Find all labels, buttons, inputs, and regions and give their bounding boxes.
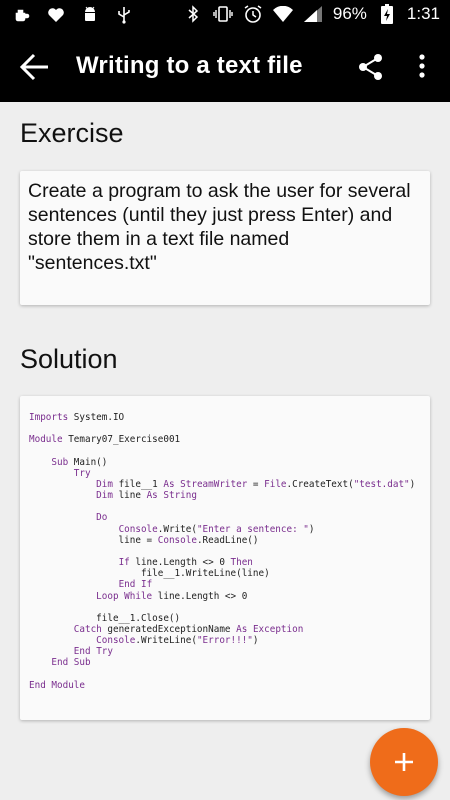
signal-icon xyxy=(303,4,323,24)
code-line: Do xyxy=(96,512,108,524)
code-line: Sub Main() xyxy=(51,456,108,468)
battery-percent: 96% xyxy=(332,4,367,23)
code-line: End Try xyxy=(73,646,113,658)
exercise-text: Create a program to ask the user for sev… xyxy=(28,180,411,274)
code-line: If line.Length <> 0 Then xyxy=(118,557,253,569)
heart-icon xyxy=(46,5,66,25)
vibrate-icon xyxy=(213,4,233,24)
code-line: End Module xyxy=(29,679,85,691)
code-line: Try xyxy=(73,467,91,479)
android-icon xyxy=(80,5,100,25)
code-line: file__1.WriteLine(line) xyxy=(29,568,270,580)
solution-card: Imports System.IO Module Temary07_Exerci… xyxy=(20,396,430,720)
exercise-heading: Exercise xyxy=(20,118,124,148)
plus-icon xyxy=(395,753,413,771)
alarm-icon xyxy=(243,4,263,24)
code-line: Dim file__1 As StreamWriter = File.Creat… xyxy=(96,478,416,490)
more-options-icon[interactable] xyxy=(412,52,432,82)
share-icon[interactable] xyxy=(356,52,386,82)
code-line: Console.Write("Enter a sentence: ") xyxy=(118,523,315,535)
exercise-card: Create a program to ask the user for sev… xyxy=(20,171,430,305)
solution-heading: Solution xyxy=(20,344,118,374)
battery-icon xyxy=(377,4,397,24)
page-title: Writing to a text file xyxy=(76,52,303,79)
clock: 1:31 xyxy=(406,4,440,23)
wifi-icon xyxy=(272,4,293,24)
code-block: Imports System.IO Module Temary07_Exerci… xyxy=(20,396,430,707)
app-toolbar: Writing to a text file xyxy=(0,32,450,102)
bluetooth-icon xyxy=(183,4,203,24)
code-line: line = Console.ReadLine() xyxy=(29,534,259,546)
code-line: Loop While line.Length <> 0 xyxy=(96,590,248,602)
kettle-icon xyxy=(12,5,32,25)
code-line: file__1.Close() xyxy=(29,612,181,624)
code-line: Module Temary07_Exercise001 xyxy=(29,434,181,446)
code-line: Dim line As String xyxy=(96,490,197,502)
code-line: Imports System.IO xyxy=(29,412,125,423)
back-arrow-icon[interactable] xyxy=(18,50,52,84)
code-line: Console.WriteLine("Error!!!") xyxy=(96,635,259,647)
status-bar: 96% 1:31 xyxy=(0,0,450,32)
code-line: Catch generatedExceptionName As Exceptio… xyxy=(73,623,304,635)
code-line: End If xyxy=(118,579,153,591)
add-button[interactable] xyxy=(370,728,438,796)
usb-icon xyxy=(114,5,134,25)
code-line: End Sub xyxy=(51,657,91,669)
